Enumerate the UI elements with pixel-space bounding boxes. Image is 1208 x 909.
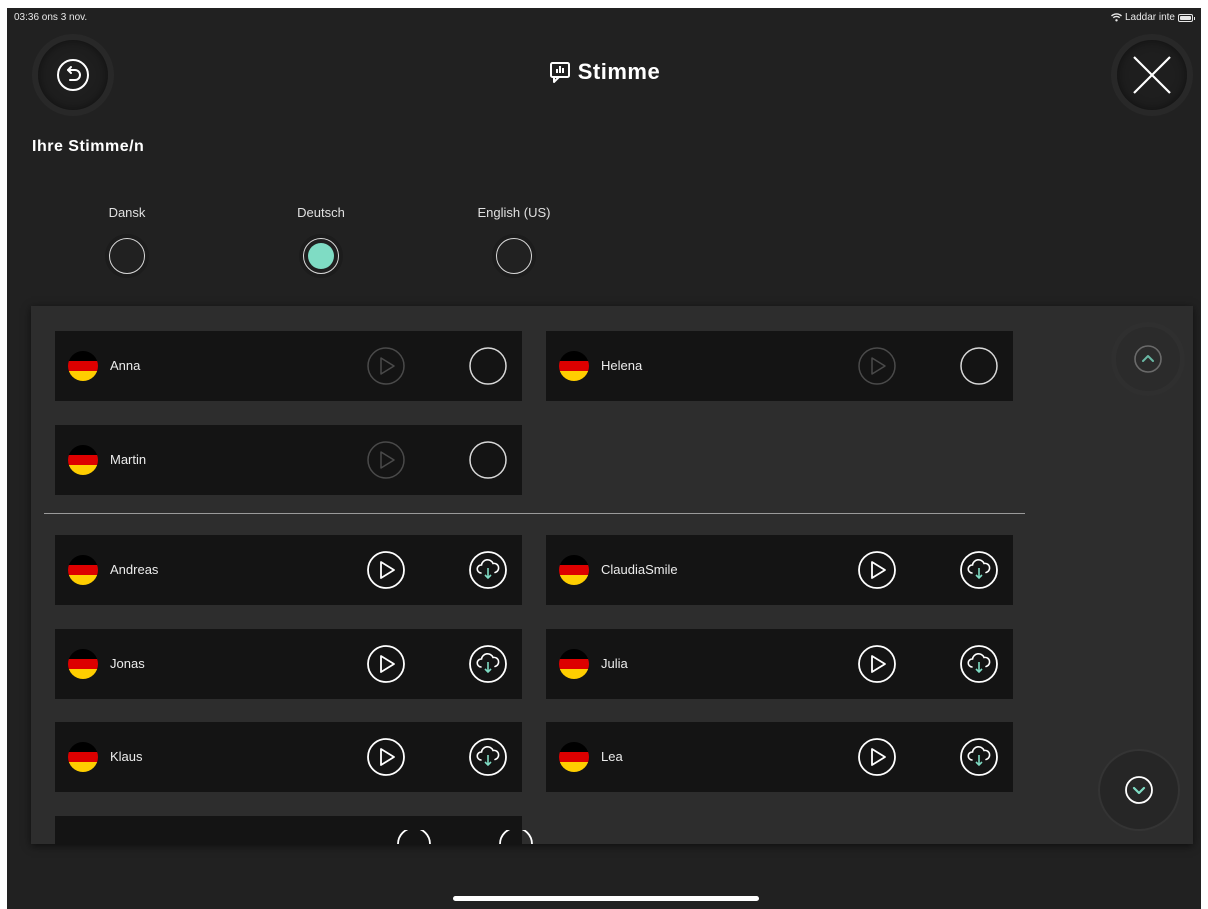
home-indicator — [453, 896, 759, 901]
language-radio[interactable] — [496, 238, 532, 274]
german-flag-icon — [68, 649, 98, 679]
voice-card: Jonas — [55, 629, 522, 699]
german-flag-icon — [559, 742, 589, 772]
app-screen: 03:36 ons 3 nov. Laddar inte Stimme Ihre… — [7, 8, 1201, 909]
wifi-icon — [1110, 13, 1122, 22]
language-label: English (US) — [477, 205, 551, 220]
play-icon[interactable] — [366, 346, 406, 386]
voices-panel: Anna Helena Martin Andreas ClaudiaSmile — [31, 306, 1193, 844]
download-icon[interactable] — [498, 830, 534, 844]
close-icon — [1133, 56, 1171, 94]
voice-card: Julia — [546, 629, 1013, 699]
voice-chat-icon — [549, 62, 570, 83]
play-icon[interactable] — [857, 346, 897, 386]
language-option-english-us[interactable]: English (US) — [454, 205, 574, 274]
german-flag-icon — [68, 351, 98, 381]
voice-name: Helena — [601, 358, 643, 373]
language-option-dansk[interactable]: Dansk — [67, 205, 187, 274]
scroll-down-button[interactable] — [1100, 751, 1178, 829]
download-icon[interactable] — [959, 644, 999, 684]
divider — [44, 513, 1025, 514]
voice-card: Helena — [546, 331, 1013, 401]
language-radio-selected[interactable] — [303, 238, 339, 274]
download-icon[interactable] — [468, 644, 508, 684]
voice-card: Klaus — [55, 722, 522, 792]
battery-icon — [1178, 13, 1195, 22]
german-flag-icon — [68, 742, 98, 772]
select-radio[interactable] — [959, 346, 999, 386]
play-icon[interactable] — [366, 644, 406, 684]
select-radio[interactable] — [468, 440, 508, 480]
status-time-date: 03:36 ons 3 nov. — [14, 12, 88, 23]
scroll-up-button[interactable] — [1116, 327, 1180, 391]
play-icon[interactable] — [366, 737, 406, 777]
voice-card: Martin — [55, 425, 522, 495]
voice-name: Klaus — [110, 749, 143, 764]
battery-status-text: Laddar inte — [1124, 12, 1175, 23]
status-right: Laddar inte — [1110, 12, 1195, 23]
voice-card-partial — [55, 816, 533, 844]
play-icon[interactable] — [857, 644, 897, 684]
page-title: Stimme — [577, 59, 661, 84]
language-option-deutsch[interactable]: Deutsch — [261, 205, 381, 274]
chevron-up-icon — [1134, 345, 1162, 373]
german-flag-icon — [68, 555, 98, 585]
german-flag-icon — [68, 445, 98, 475]
voice-card: ClaudiaSmile — [546, 535, 1013, 605]
select-radio[interactable] — [468, 346, 508, 386]
chevron-down-icon — [1125, 776, 1153, 804]
voice-name: Martin — [110, 452, 147, 467]
play-icon[interactable] — [366, 440, 406, 480]
voice-card: Lea — [546, 722, 1013, 792]
play-icon[interactable] — [366, 550, 406, 590]
close-button[interactable] — [1117, 40, 1187, 110]
page-title-container: Stimme — [7, 59, 1201, 85]
voice-name: Jonas — [110, 656, 145, 671]
voice-card: Anna — [55, 331, 522, 401]
voice-card: Andreas — [55, 535, 522, 605]
german-flag-icon — [559, 555, 589, 585]
download-icon[interactable] — [959, 737, 999, 777]
voice-name: Lea — [601, 749, 623, 764]
language-radio[interactable] — [109, 238, 145, 274]
download-icon[interactable] — [959, 550, 999, 590]
voice-name: Anna — [110, 358, 141, 373]
section-title: Ihre Stimme/n — [32, 138, 145, 155]
language-label: Dansk — [108, 205, 146, 220]
voice-name: Julia — [601, 656, 628, 671]
download-icon[interactable] — [468, 550, 508, 590]
german-flag-icon — [559, 649, 589, 679]
play-icon[interactable] — [857, 737, 897, 777]
language-label: Deutsch — [297, 205, 345, 220]
download-icon[interactable] — [468, 737, 508, 777]
play-icon[interactable] — [857, 550, 897, 590]
voice-name: ClaudiaSmile — [601, 562, 678, 577]
german-flag-icon — [559, 351, 589, 381]
voice-name: Andreas — [110, 562, 159, 577]
play-icon[interactable] — [396, 830, 432, 844]
